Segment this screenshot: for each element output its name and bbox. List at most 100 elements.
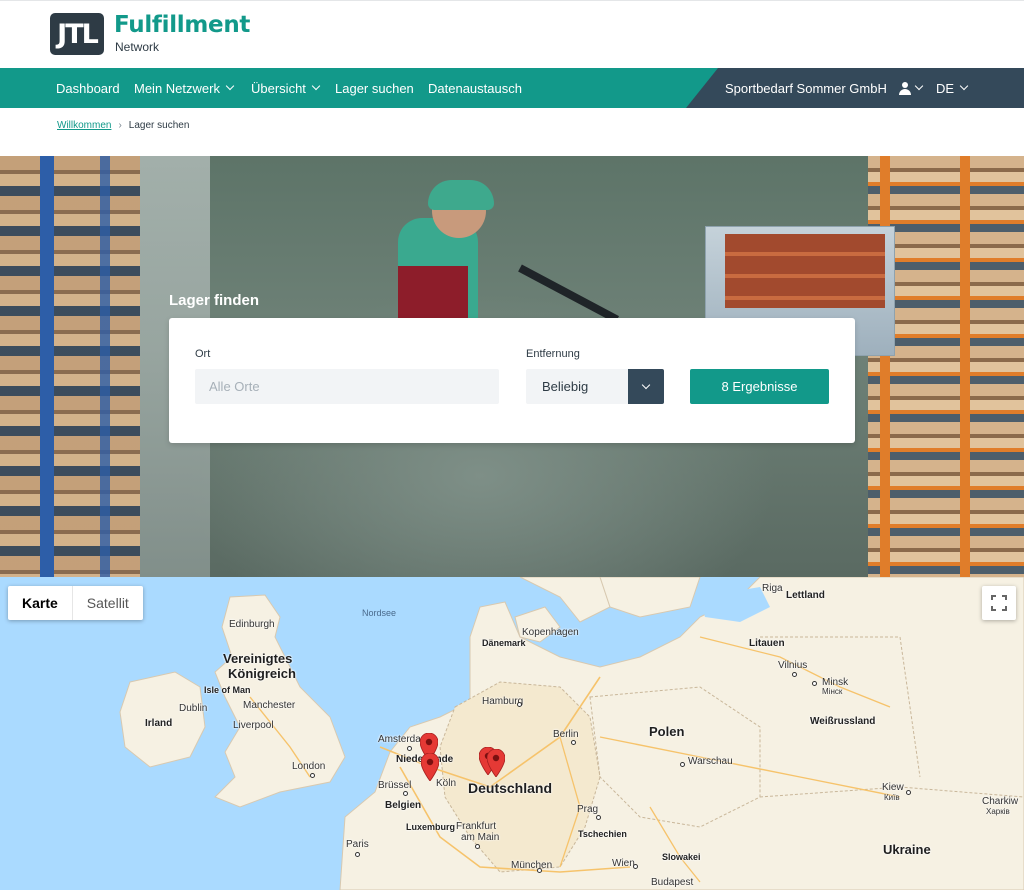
nav-mein-netzwerk[interactable]: Mein Netzwerk [134,68,235,108]
shelf-image-part [100,156,110,577]
map-city-dot [906,790,911,795]
map-label-daenemark: Dänemark [482,638,526,648]
map-city-dot [812,681,817,686]
results-button[interactable]: 8 Ergebnisse [690,369,829,404]
map-label-isle-of-man: Isle of Man [204,685,251,695]
warehouse-pin-icon[interactable] [487,749,505,777]
map-label-luxemburg: Luxemburg [406,822,456,832]
map-label-wien: Wien [612,858,635,869]
map-label-uk: Vereinigtes [223,651,293,666]
map-label-manchester: Manchester [243,700,296,711]
map-label-riga: Riga [762,583,783,594]
map-label-koeln: Köln [436,778,457,789]
map-tab-karte-label: Karte [22,595,58,611]
map-city-dot [633,864,638,869]
map-city-dot [680,762,685,767]
map-label-frankfurt: Frankfurt [456,821,497,832]
shelf-image-part [880,156,890,577]
map-label-weissrussland: Weißrussland [810,716,876,727]
map-label-dublin: Dublin [179,703,208,714]
map-city-dot [537,868,542,873]
map-label-slowakei: Slowakei [662,852,701,862]
nav-lager-suchen-label: Lager suchen [335,80,414,96]
map-label-berlin: Berlin [553,729,579,740]
map-label-charkiw-cyr: Харків [986,807,1010,816]
breadcrumb: Willkommen › Lager suchen [57,120,189,131]
map-tab-karte[interactable]: Karte [8,586,72,620]
map-label-warschau: Warschau [688,756,733,767]
worker-image-part [428,180,494,210]
company-name-label: Sportbedarf Sommer GmbH [725,80,887,96]
nav-uebersicht[interactable]: Übersicht [251,68,321,108]
jtl-logo[interactable]: JTL [50,13,104,55]
language-select[interactable]: DE [936,68,969,108]
shelf-image-part [40,156,54,577]
distance-dropdown-button[interactable] [628,369,664,404]
map-label-kiew-cyr: Київ [884,793,900,802]
map-city-dot [596,815,601,820]
map-label-kopenhagen: Kopenhagen [522,627,579,638]
map-city-dot [310,773,315,778]
map-label-london: London [292,761,326,772]
map-label-edinburgh: Edinburgh [229,619,275,630]
header: JTL Fulfillment Network [0,0,1024,68]
crate-image-part [725,234,885,308]
map-label-muenchen: München [511,860,553,871]
nav-dashboard[interactable]: Dashboard [56,68,120,108]
map-land [119,577,1024,890]
map-city-dot [792,672,797,677]
map-label-prag: Prag [577,804,599,815]
ort-input[interactable] [195,369,499,404]
ort-label: Ort [195,348,211,360]
map-label-tschechien: Tschechien [578,829,627,839]
chevron-down-icon [311,81,321,91]
map-label-paris: Paris [346,839,369,850]
map-label-frankfurt: am Main [461,832,500,843]
breadcrumb-separator-icon: › [118,120,122,131]
distance-value: Beliebig [542,379,589,394]
user-icon [899,82,911,95]
map-label-vilnius: Vilnius [778,660,808,671]
worker-image-part [398,266,468,318]
fullscreen-button[interactable] [982,586,1016,620]
map-label-irland: Irland [145,718,173,729]
map-label-uk: Königreich [228,666,296,681]
map-city-dot [571,740,576,745]
map-tab-satellit-label: Satellit [86,595,129,611]
map-city-dot [407,746,412,751]
map[interactable]: Nordsee Edinburgh Vereinigtes Königreich… [0,577,1024,890]
pallet-jack-image-part [518,264,620,324]
map-label-minsk-cyr: Мінск [822,687,843,696]
shelf-image-part [960,156,970,577]
chevron-down-icon [959,81,969,91]
map-label-budapest: Budapest [651,877,694,888]
nav-datenaustausch-label: Datenaustausch [428,80,522,96]
map-label-litauen: Litauen [749,638,785,649]
chevron-down-icon [641,380,651,389]
search-title: Lager finden [169,292,260,309]
nav-datenaustausch[interactable]: Datenaustausch [428,68,522,108]
results-button-label: 8 Ergebnisse [721,379,798,394]
map-label-polen: Polen [649,724,685,739]
language-label: DE [936,80,955,96]
shelf-image-part [0,156,140,577]
map-label-deutschland: Deutschland [468,780,553,796]
map-label-nordsee: Nordsee [362,608,397,618]
distance-label: Entfernung [526,348,580,360]
map-label-belgien: Belgien [385,800,422,811]
nav-lager-suchen[interactable]: Lager suchen [335,68,414,108]
warehouse-pin-icon[interactable] [421,753,439,781]
chevron-down-icon [914,81,924,91]
distance-select[interactable]: Beliebig [526,369,629,404]
map-city-dot [517,702,522,707]
user-menu[interactable] [899,68,924,108]
map-label-bruessel: Brüssel [378,780,412,791]
map-type-toggle: Karte Satellit [8,586,143,620]
brand-name: Fulfillment [114,12,251,38]
brand-sub: Network [115,40,160,54]
map-city-dot [475,844,480,849]
breadcrumb-home[interactable]: Willkommen [57,120,111,131]
map-label-liverpool: Liverpool [233,720,274,731]
nav-dashboard-label: Dashboard [56,80,120,96]
map-tab-satellit[interactable]: Satellit [71,586,143,620]
